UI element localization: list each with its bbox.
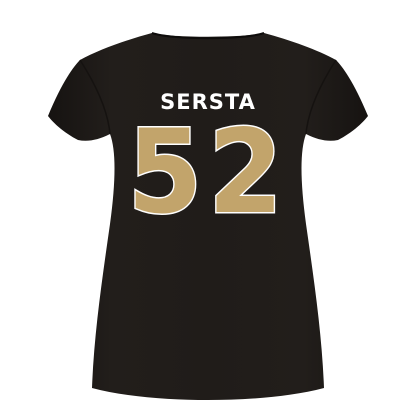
jersey-number: 52	[126, 105, 289, 240]
product-image: SERSTA 52	[0, 0, 416, 416]
